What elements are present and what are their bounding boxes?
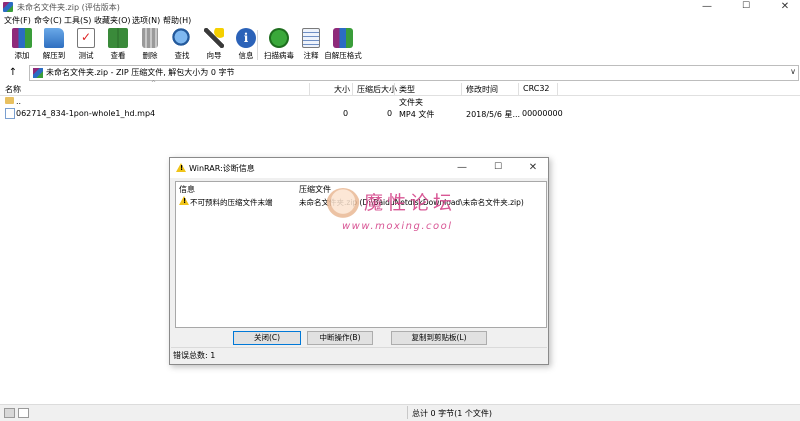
view-book-icon bbox=[108, 28, 128, 48]
column-crc[interactable]: CRC32 bbox=[523, 84, 550, 95]
column-divider[interactable] bbox=[557, 83, 558, 95]
list-item[interactable]: .. 文件夹 bbox=[0, 96, 560, 107]
menu-bar: 文件(F) 命令(C) 工具(S) 收藏夹(O) 选项(N) 帮助(H) bbox=[0, 14, 800, 26]
watermark-url: www.moxing.cool bbox=[342, 221, 453, 232]
column-type[interactable]: 类型 bbox=[399, 84, 415, 95]
sfx-label: 自解压格式 bbox=[324, 51, 362, 60]
break-operation-button[interactable]: 中断操作(B) bbox=[307, 331, 373, 345]
column-modified[interactable]: 修改时间 bbox=[466, 84, 498, 95]
diagnostic-dialog: WinRAR:诊断信息 — ☐ ✕ 信息 压缩文件 不可预料的压缩文件末端 未命… bbox=[169, 157, 549, 365]
up-arrow-icon[interactable]: ↑ bbox=[6, 66, 20, 79]
menu-options[interactable]: 选项(N) bbox=[132, 15, 160, 26]
address-field[interactable]: 未命名文件夹.zip - ZIP 压缩文件, 解包大小为 0 字节 ∨ bbox=[29, 65, 799, 81]
file-type: 文件夹 bbox=[399, 98, 423, 107]
column-divider[interactable] bbox=[394, 83, 395, 95]
status-total: 总计 0 字节(1 个文件) bbox=[412, 409, 493, 418]
chevron-down-icon[interactable]: ∨ bbox=[790, 67, 796, 76]
file-modified: 2018/5/6 星... bbox=[466, 110, 521, 119]
test-icon: ✓ bbox=[77, 28, 95, 48]
diagnostic-list[interactable]: 信息 压缩文件 不可预料的压缩文件末端 未命名文件夹.zip (D:\Baidu… bbox=[175, 181, 547, 328]
column-divider[interactable] bbox=[461, 83, 462, 95]
wizard-wand-icon bbox=[204, 28, 224, 48]
comment-icon bbox=[302, 28, 320, 48]
dialog-title: WinRAR:诊断信息 bbox=[189, 164, 255, 173]
find-button[interactable]: 查找 bbox=[167, 28, 197, 62]
drive-icon bbox=[4, 408, 15, 418]
dialog-title-bar: WinRAR:诊断信息 — ☐ ✕ bbox=[170, 158, 548, 178]
title-bar: 未命名文件夹.zip (评估版本) — ☐ ✕ bbox=[0, 0, 800, 14]
toolbar-divider bbox=[257, 30, 258, 60]
copy-to-clipboard-button[interactable]: 复制到剪贴板(L) bbox=[391, 331, 487, 345]
archive-icon bbox=[33, 68, 43, 78]
address-text: 未命名文件夹.zip - ZIP 压缩文件, 解包大小为 0 字节 bbox=[46, 68, 235, 77]
message-info: 不可预料的压缩文件末端 bbox=[190, 198, 273, 207]
dialog-close-button[interactable]: ✕ bbox=[520, 161, 546, 175]
comment-button[interactable]: 注释 bbox=[296, 28, 326, 62]
menu-favorites[interactable]: 收藏夹(O) bbox=[94, 15, 131, 26]
file-crc: 00000000 bbox=[522, 109, 563, 118]
toolbar: 添加 解压到 ✓ 测试 查看 删除 查找 向导 i 信息 扫描病毒 注释 自解压… bbox=[0, 26, 800, 65]
wizard-button[interactable]: 向导 bbox=[199, 28, 229, 62]
key-icon bbox=[18, 408, 29, 418]
sort-caret-icon: ^ bbox=[151, 80, 157, 87]
watermark-avatar bbox=[326, 188, 360, 222]
minimize-button[interactable]: — bbox=[694, 0, 720, 14]
address-bar: ↑ 未命名文件夹.zip - ZIP 压缩文件, 解包大小为 0 字节 ∨ bbox=[0, 64, 800, 82]
trash-icon bbox=[142, 28, 158, 48]
folder-icon bbox=[5, 97, 14, 104]
status-bar: 总计 0 字节(1 个文件) bbox=[0, 404, 800, 421]
watermark-title: 魔性论坛 bbox=[364, 192, 457, 214]
column-divider[interactable] bbox=[518, 83, 519, 95]
file-name: .. bbox=[16, 97, 22, 106]
file-packed-size: 0 bbox=[387, 109, 393, 118]
file-size: 0 bbox=[343, 109, 349, 118]
view-button[interactable]: 查看 bbox=[103, 28, 133, 62]
file-name: 062714_834-1pon-whole1_hd.mp4 bbox=[16, 109, 156, 118]
file-type: MP4 文件 bbox=[399, 110, 435, 119]
sfx-icon bbox=[333, 28, 353, 48]
video-file-icon bbox=[5, 108, 15, 119]
menu-file[interactable]: 文件(F) bbox=[4, 15, 31, 26]
virus-scan-icon bbox=[269, 28, 289, 48]
file-list-header: 名称 ^ 大小 压缩后大小 类型 修改时间 CRC32 bbox=[0, 80, 800, 96]
dialog-maximize-button[interactable]: ☐ bbox=[485, 161, 511, 175]
menu-help[interactable]: 帮助(H) bbox=[163, 15, 191, 26]
add-archive-icon bbox=[12, 28, 32, 48]
menu-commands[interactable]: 命令(C) bbox=[34, 15, 62, 26]
dialog-divider bbox=[171, 347, 547, 348]
close-dialog-button[interactable]: 关闭(C) bbox=[233, 331, 301, 345]
winrar-app-icon bbox=[3, 2, 13, 12]
warning-icon bbox=[176, 163, 186, 172]
error-count: 错误总数: 1 bbox=[173, 351, 216, 360]
add-button[interactable]: 添加 bbox=[7, 28, 37, 62]
extract-to-icon bbox=[44, 28, 64, 48]
test-button[interactable]: ✓ 测试 bbox=[71, 28, 101, 62]
maximize-button[interactable]: ☐ bbox=[733, 0, 759, 14]
warning-icon bbox=[179, 196, 189, 205]
list-item[interactable]: 062714_834-1pon-whole1_hd.mp4 0 0 MP4 文件… bbox=[0, 108, 563, 119]
header-info: 信息 bbox=[179, 185, 195, 194]
magnifier-icon bbox=[172, 28, 192, 48]
info-icon: i bbox=[236, 28, 256, 48]
sfx-button[interactable]: 自解压格式 bbox=[324, 28, 362, 62]
menu-tools[interactable]: 工具(S) bbox=[64, 15, 91, 26]
column-packed[interactable]: 压缩后大小 bbox=[357, 84, 397, 95]
close-button[interactable]: ✕ bbox=[772, 0, 798, 14]
status-divider bbox=[407, 406, 408, 419]
virus-scan-button[interactable]: 扫描病毒 bbox=[264, 28, 294, 62]
window-title: 未命名文件夹.zip (评估版本) bbox=[17, 3, 120, 12]
delete-button[interactable]: 删除 bbox=[135, 28, 165, 62]
header-archive: 压缩文件 bbox=[299, 185, 331, 194]
column-name[interactable]: 名称 bbox=[5, 84, 21, 95]
column-divider[interactable] bbox=[309, 83, 310, 95]
extract-to-button[interactable]: 解压到 bbox=[39, 28, 69, 62]
column-size[interactable]: 大小 bbox=[334, 84, 350, 95]
column-divider[interactable] bbox=[352, 83, 353, 95]
dialog-minimize-button[interactable]: — bbox=[449, 161, 475, 175]
